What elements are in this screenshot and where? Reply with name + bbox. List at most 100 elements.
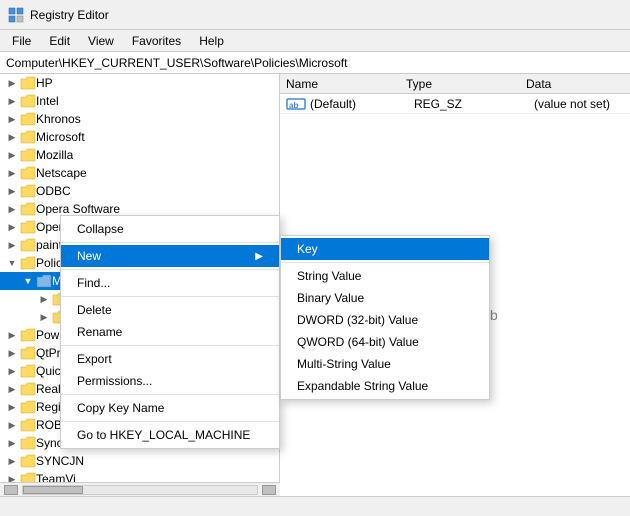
submenu-key[interactable]: Key xyxy=(281,238,489,260)
address-path: Computer\HKEY_CURRENT_USER\Software\Poli… xyxy=(6,56,347,70)
folder-icon-hp xyxy=(20,76,36,90)
expand-arrow-realtek: ▶ xyxy=(4,381,20,397)
context-menu: Collapse New ▶ Find... Delete Rename Exp… xyxy=(60,215,280,449)
tree-label-microsoft: Microsoft xyxy=(36,130,85,144)
submenu-dwordvalue[interactable]: DWORD (32-bit) Value xyxy=(281,309,489,331)
folder-icon-roblo xyxy=(20,418,36,432)
submenu-stringvalue[interactable]: String Value xyxy=(281,265,489,287)
ctx-delete[interactable]: Delete xyxy=(61,299,279,321)
tree-item-intel[interactable]: ▶ Intel xyxy=(0,92,279,110)
tree-item-odbc[interactable]: ▶ ODBC xyxy=(0,182,279,200)
menu-favorites[interactable]: Favorites xyxy=(124,32,189,50)
expand-arrow-netscape: ▶ xyxy=(4,165,20,181)
tree-item-microsoft[interactable]: ▶ Microsoft xyxy=(0,128,279,146)
folder-icon-paintnet xyxy=(20,238,36,252)
submenu-separator-1 xyxy=(281,262,489,263)
expand-arrow-registe: ▶ xyxy=(4,399,20,415)
ctx-permissions[interactable]: Permissions... xyxy=(61,370,279,392)
expand-arrow-qtproj: ▶ xyxy=(4,345,20,361)
expand-arrow-intel: ▶ xyxy=(4,93,20,109)
scroll-right-button[interactable] xyxy=(262,485,276,495)
folder-icon-netscape xyxy=(20,166,36,180)
folder-icon-pow xyxy=(20,328,36,342)
address-bar: Computer\HKEY_CURRENT_USER\Software\Poli… xyxy=(0,52,630,74)
tree-item-syncjn[interactable]: ▶ SYNCJN xyxy=(0,452,279,470)
tree-item-hp[interactable]: ▶ HP xyxy=(0,74,279,92)
title-bar-text: Registry Editor xyxy=(30,8,109,22)
row-default-name: (Default) xyxy=(310,97,414,111)
expand-arrow-odbc: ▶ xyxy=(4,183,20,199)
submenu: Key String Value Binary Value DWORD (32-… xyxy=(280,235,490,400)
expand-arrow-hp: ▶ xyxy=(4,75,20,91)
folder-icon-policies xyxy=(20,256,36,270)
ctx-separator-3 xyxy=(61,296,279,297)
folder-icon-intel xyxy=(20,94,36,108)
expand-arrow-syncjn: ▶ xyxy=(4,453,20,469)
submenu-multistringvalue[interactable]: Multi-String Value xyxy=(281,353,489,375)
tree-item-mozilla[interactable]: ▶ Mozilla xyxy=(0,146,279,164)
right-panel-header: Name Type Data xyxy=(280,74,630,94)
submenu-expandablestringvalue[interactable]: Expandable String Value xyxy=(281,375,489,397)
menu-file[interactable]: File xyxy=(4,32,39,50)
tree-item-netscape[interactable]: ▶ Netscape xyxy=(0,164,279,182)
col-header-type: Type xyxy=(406,77,526,91)
tree-label-hp: HP xyxy=(36,76,53,90)
tree-label-opera: Opera Software xyxy=(36,202,120,216)
expand-arrow-quickr: ▶ xyxy=(4,363,20,379)
ctx-rename[interactable]: Rename xyxy=(61,321,279,343)
folder-icon-syncjn xyxy=(20,454,36,468)
expand-arrow-microsoft: ▶ xyxy=(4,129,20,145)
menu-view[interactable]: View xyxy=(80,32,122,50)
tree-label-syncjn: SYNCJN xyxy=(36,454,84,468)
folder-icon-registe xyxy=(20,400,36,414)
expand-arrow-khronos: ▶ xyxy=(4,111,20,127)
scroll-left-button[interactable] xyxy=(4,485,18,495)
ctx-gotohklm[interactable]: Go to HKEY_LOCAL_MACHINE xyxy=(61,424,279,446)
folder-icon-realtek xyxy=(20,382,36,396)
ctx-separator-2 xyxy=(61,269,279,270)
menu-help[interactable]: Help xyxy=(191,32,232,50)
ctx-find[interactable]: Find... xyxy=(61,272,279,294)
ctx-export[interactable]: Export xyxy=(61,348,279,370)
folder-icon-odbc xyxy=(20,184,36,198)
scroll-track[interactable] xyxy=(22,485,258,495)
folder-icon-syncem xyxy=(20,436,36,450)
folder-icon-mozilla xyxy=(20,148,36,162)
right-row-default[interactable]: ab (Default) REG_SZ (value not set) xyxy=(280,94,630,114)
ab-icon: ab xyxy=(286,97,306,111)
expand-arrow-mozilla: ▶ xyxy=(4,147,20,163)
expand-arrow-roblo: ▶ xyxy=(4,417,20,433)
svg-text:ab: ab xyxy=(289,101,298,110)
menu-bar: File Edit View Favorites Help xyxy=(0,30,630,52)
folder-icon-qtproj xyxy=(20,346,36,360)
ctx-separator-5 xyxy=(61,394,279,395)
row-default-data: (value not set) xyxy=(534,97,610,111)
submenu-qwordvalue[interactable]: QWORD (64-bit) Value xyxy=(281,331,489,353)
expand-arrow-policies: ▼ xyxy=(4,255,20,271)
expand-arrow-syncem: ▶ xyxy=(4,435,20,451)
folder-icon-opera xyxy=(20,202,36,216)
tree-label-khronos: Khronos xyxy=(36,112,81,126)
ctx-collapse[interactable]: Collapse xyxy=(61,218,279,240)
scroll-thumb[interactable] xyxy=(23,486,83,494)
tree-label-intel: Intel xyxy=(36,94,59,108)
row-default-type: REG_SZ xyxy=(414,97,534,111)
ctx-copykeyname[interactable]: Copy Key Name xyxy=(61,397,279,419)
tree-label-netscape: Netscape xyxy=(36,166,87,180)
expand-arrow-opera: ▶ xyxy=(4,201,20,217)
ctx-new[interactable]: New ▶ xyxy=(61,245,279,267)
expand-arrow-s: ▶ xyxy=(36,291,52,307)
expand-arrow-paintnet: ▶ xyxy=(4,237,20,253)
title-bar: Registry Editor xyxy=(0,0,630,30)
expand-arrow-w: ▶ xyxy=(36,309,52,325)
expand-arrow-microsoft2: ▼ xyxy=(20,273,36,289)
menu-edit[interactable]: Edit xyxy=(41,32,78,50)
tree-item-khronos[interactable]: ▶ Khronos xyxy=(0,110,279,128)
scrollbar-area xyxy=(0,482,280,496)
tree-label-odbc: ODBC xyxy=(36,184,71,198)
folder-icon-microsoft xyxy=(20,130,36,144)
folder-icon-quickr xyxy=(20,364,36,378)
submenu-binaryvalue[interactable]: Binary Value xyxy=(281,287,489,309)
tree-label-mozilla: Mozilla xyxy=(36,148,73,162)
tree-label-pow: Pow xyxy=(36,328,59,342)
